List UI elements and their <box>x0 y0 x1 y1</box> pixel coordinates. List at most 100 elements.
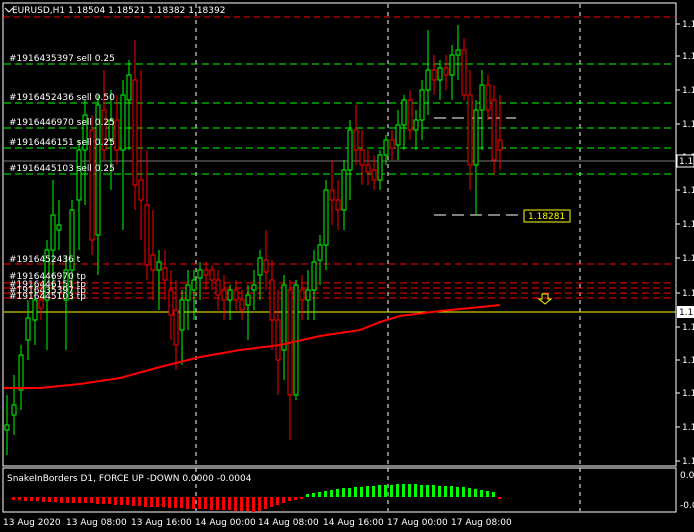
bull-candle <box>76 149 82 201</box>
indicator-bar <box>300 497 303 499</box>
chart-canvas[interactable]: #1916435397 sell 0.25 #1916452436 sell 0.… <box>0 0 694 532</box>
indicator-axis-top: 0.0049 <box>680 471 694 481</box>
bear-candle <box>114 119 120 151</box>
indicator-bar <box>228 497 231 510</box>
indicator-bar <box>276 497 279 505</box>
indicator-bar <box>126 497 129 505</box>
bear-candle <box>233 289 239 301</box>
indicator-bar <box>30 497 33 501</box>
indicator-bar <box>306 494 309 497</box>
indicator-bar <box>348 488 351 497</box>
bull-candle <box>11 404 17 416</box>
bull-candle <box>120 94 126 151</box>
yellow-price-label: 1.18080 <box>679 308 694 318</box>
bear-candle <box>150 254 156 271</box>
indicator-bar <box>354 487 357 497</box>
indicator-bar <box>162 497 165 507</box>
indicator-bar <box>120 497 123 505</box>
bull-candle <box>50 214 56 251</box>
indicator-bar <box>492 492 495 497</box>
indicator-bar <box>114 497 117 505</box>
indicator-bar <box>222 497 225 510</box>
bear-candle <box>275 319 281 361</box>
marker-price-label: 1.18281 <box>528 212 565 222</box>
time-axis-label: 13 Aug 16:00 <box>131 518 192 528</box>
arrow-down-icon[interactable] <box>537 293 553 305</box>
bear-candle <box>269 279 275 321</box>
bull-candle <box>323 189 329 246</box>
bear-candle <box>138 179 144 201</box>
price-axis-label: 1.18465 <box>682 120 694 130</box>
indicator-bar <box>396 484 399 497</box>
take-profit-label: #1916452436 t <box>9 255 81 265</box>
bull-candle <box>18 354 24 391</box>
indicator-bar <box>462 487 465 497</box>
indicator-bar <box>24 497 27 501</box>
price-axis-label: 1.18605 <box>682 52 694 62</box>
indicator-bar <box>426 485 429 497</box>
indicator-bar <box>324 491 327 497</box>
price-axis-label: 1.18675 <box>682 20 694 30</box>
indicator-bar <box>54 497 57 502</box>
indicator-bar <box>216 497 219 510</box>
bull-candle <box>56 224 62 231</box>
indicator-bar <box>138 497 141 506</box>
indicator-bar <box>36 497 39 501</box>
indicator-axis-bottom: -0.002 <box>680 501 694 511</box>
indicator-bar <box>108 497 111 504</box>
indicator-bar <box>336 489 339 497</box>
indicator-bar <box>210 497 213 510</box>
bull-candle <box>413 119 419 131</box>
indicator-bar <box>456 487 459 497</box>
bull-candle <box>395 124 401 146</box>
indicator-bar <box>498 497 501 499</box>
current-price-label: 1.18392 <box>679 157 694 167</box>
bear-candle <box>209 269 215 281</box>
bear-candle <box>467 94 473 166</box>
time-axis-label: 17 Aug 00:00 <box>387 518 448 528</box>
indicator-bar <box>144 497 147 507</box>
bear-candle <box>203 269 209 276</box>
bull-candle <box>317 244 323 261</box>
indicator-bar <box>288 497 291 501</box>
indicator-bar <box>360 487 363 497</box>
indicator-bar <box>408 484 411 497</box>
bear-candle <box>132 79 138 186</box>
indicator-bar <box>180 497 183 508</box>
price-axis-label: 1.17905 <box>682 389 694 399</box>
indicator-bar <box>60 497 63 503</box>
indicator-bar <box>12 497 15 500</box>
bull-candle <box>32 299 38 321</box>
indicator-bar <box>96 497 99 504</box>
bull-candle <box>479 84 485 111</box>
bear-candle <box>168 289 174 316</box>
price-axis-label: 1.17765 <box>682 457 694 467</box>
indicator-bar <box>420 485 423 497</box>
bear-candle <box>263 259 269 273</box>
bull-candle <box>437 67 443 81</box>
take-profit-label: #1916445103 tp <box>9 292 86 302</box>
indicator-bar <box>240 497 243 511</box>
price-axis-label: 1.17835 <box>682 423 694 433</box>
bull-candle <box>257 257 263 276</box>
indicator-bar <box>474 489 477 497</box>
bear-candle <box>239 299 245 311</box>
bull-candle <box>25 317 31 341</box>
indicator-bar <box>450 486 453 497</box>
chart-header: EURUSD,H1 1.18504 1.18521 1.18382 1.1839… <box>12 6 225 16</box>
bear-candle <box>215 279 221 296</box>
indicator-bar <box>90 497 93 503</box>
indicator-bar <box>84 497 87 503</box>
bear-candle <box>443 67 449 76</box>
indicator-bar <box>330 490 333 497</box>
price-axis-label: 1.18255 <box>682 220 694 230</box>
time-axis-label: 13 Aug 08:00 <box>66 518 127 528</box>
indicator-bar <box>390 485 393 497</box>
time-axis-label: 14 Aug 16:00 <box>323 518 384 528</box>
indicator-bar <box>480 490 483 497</box>
bull-candle <box>401 99 407 126</box>
price-axis-label: 1.18045 <box>682 323 694 333</box>
indicator-bar <box>150 497 153 507</box>
bear-candle <box>353 129 359 151</box>
bull-candle <box>197 269 203 279</box>
